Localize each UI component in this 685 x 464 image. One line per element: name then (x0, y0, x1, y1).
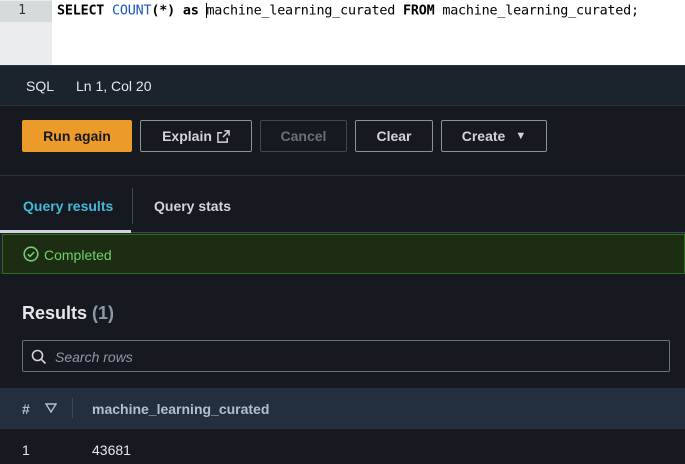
tab-query-stats[interactable]: Query stats (154, 198, 231, 214)
query-toolbar: Run again Explain Cancel Clear Create ▼ (0, 105, 685, 175)
run-again-label: Run again (43, 128, 111, 144)
code-line[interactable]: SELECT COUNT(*) as machine_learning_cura… (57, 3, 639, 19)
results-title: Results (22, 303, 88, 323)
search-rows-input[interactable] (55, 347, 655, 367)
editor-gutter: 1 (0, 0, 52, 65)
keyword-from: FROM (403, 3, 435, 19)
results-heading: Results (1) (22, 303, 114, 324)
table-row: 1 43681 (0, 428, 685, 464)
status-text: Completed (44, 247, 112, 263)
explain-button[interactable]: Explain (140, 120, 252, 152)
run-again-button[interactable]: Run again (22, 120, 132, 152)
language-indicator: SQL (26, 78, 55, 94)
results-count: (1) (92, 303, 115, 323)
function-count: COUNT (112, 3, 152, 19)
sql-editor[interactable]: 1 SELECT COUNT(*) as machine_learning_cu… (0, 0, 685, 65)
results-tabs: Query results Query stats (0, 175, 685, 233)
alias-name: machine_learning_curated (206, 3, 396, 19)
active-tab-indicator (0, 230, 131, 233)
results-panel: Results (1) # machine_learning_curated 1… (0, 274, 685, 464)
column-header-machine-learning-curated[interactable]: machine_learning_curated (92, 401, 269, 417)
cancel-button[interactable]: Cancel (260, 120, 347, 152)
caret-down-icon: ▼ (515, 130, 527, 142)
tab-query-results[interactable]: Query results (23, 198, 113, 214)
column-divider (72, 398, 73, 418)
table-header: # machine_learning_curated (0, 388, 685, 428)
keyword-select: SELECT (57, 3, 105, 19)
editor-status-bar: SQL Ln 1, Col 20 (0, 65, 685, 105)
clear-label: Clear (376, 128, 412, 144)
cancel-label: Cancel (280, 128, 327, 144)
external-link-icon (217, 129, 230, 143)
search-rows-box[interactable] (22, 340, 670, 372)
clear-button[interactable]: Clear (355, 120, 433, 152)
tab-divider (132, 188, 133, 224)
search-icon (31, 349, 47, 365)
sort-down-icon[interactable] (45, 403, 57, 413)
check-circle-icon (23, 246, 39, 262)
column-header-index: # (22, 401, 30, 417)
cursor-position: Ln 1, Col 20 (76, 78, 152, 94)
count-args: (*) (151, 3, 175, 19)
row-value: 43681 (92, 442, 131, 458)
explain-label: Explain (162, 128, 212, 144)
create-label: Create (461, 128, 506, 144)
status-banner: Completed (2, 234, 685, 274)
keyword-as: as (182, 3, 199, 19)
create-button[interactable]: Create ▼ (441, 120, 547, 152)
table-name: machine_learning_curated; (442, 3, 639, 19)
row-index: 1 (22, 442, 30, 458)
line-number: 1 (18, 3, 26, 18)
